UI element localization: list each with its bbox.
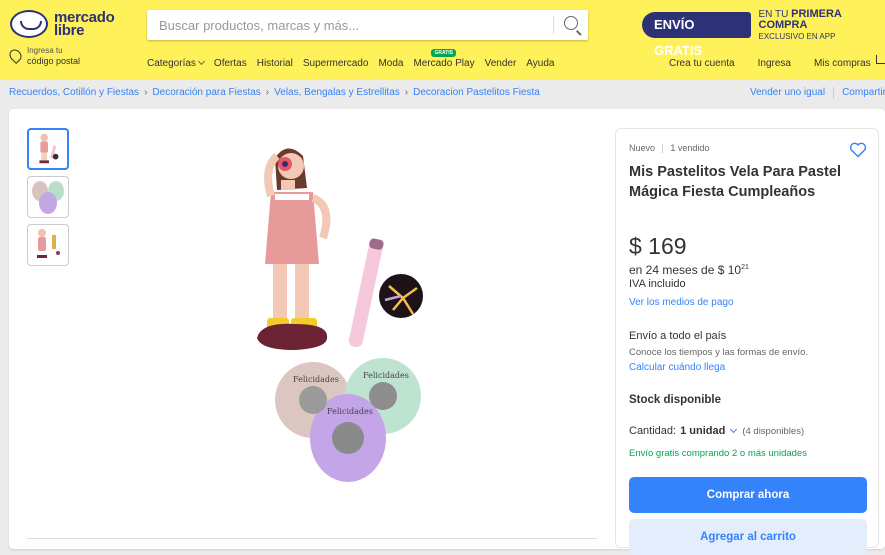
nav-ofertas[interactable]: Ofertas [214, 58, 247, 69]
balloons-group: Felicidades Felicidades Felicidades [275, 358, 421, 482]
product-title: Mis Pastelitos Vela Para Pastel Mágica F… [629, 162, 844, 202]
search-input[interactable] [147, 10, 547, 40]
nav-historial[interactable]: Historial [257, 58, 293, 69]
account-links: Crea tu cuenta Ingresa Mis compras [669, 58, 885, 69]
shipping-description: Conoce los tiempos y las formas de envío… [629, 347, 808, 358]
nav-label: Vender [485, 58, 517, 69]
balloon-label: Felicidades [363, 371, 409, 380]
payment-methods-link[interactable]: Ver los medios de pago [629, 297, 734, 308]
nav-categorias[interactable]: Categorías [147, 58, 204, 69]
buy-box: Nuevo | 1 vendido Mis Pastelitos Vela Pa… [615, 128, 879, 548]
nav-label: Categorías [147, 58, 196, 69]
chevron-right-icon: › [144, 87, 147, 98]
balloon-label: Felicidades [293, 375, 339, 384]
quantity-value: 1 unidad [680, 425, 725, 437]
thumbnail-doll[interactable] [27, 128, 69, 170]
breadcrumb-actions: Vender uno igual Compartir [750, 87, 885, 99]
iva-included: IVA incluido [629, 278, 686, 290]
heart-icon[interactable] [849, 142, 867, 158]
thumbnail-balloons[interactable] [27, 176, 69, 218]
installments-cents: 21 [741, 264, 749, 271]
balloon-label: Felicidades [327, 407, 373, 416]
nav-mercado-play[interactable]: GRATISMercado Play [413, 58, 474, 69]
promo-line-2: EXCLUSIVO EN APP [759, 31, 885, 42]
location-selector[interactable]: Ingresa tu código postal [10, 46, 80, 66]
location-line-2: código postal [27, 56, 80, 66]
quantity-available: (4 disponibles) [742, 426, 804, 437]
condition-divider: | [662, 143, 664, 153]
search-icon[interactable] [564, 16, 578, 30]
quantity-label: Cantidad: [629, 425, 676, 437]
free-badge: GRATIS [431, 49, 456, 57]
shipping-title: Envío a todo el país [629, 330, 726, 342]
chevron-right-icon: › [405, 87, 408, 98]
chevron-right-icon: › [266, 87, 269, 98]
condition-sold: Nuevo | 1 vendido [629, 143, 709, 153]
nav-label: Ofertas [214, 58, 247, 69]
price: $ 169 [629, 233, 687, 260]
condition-label: Nuevo [629, 143, 655, 153]
share-link[interactable]: Compartir [842, 87, 885, 99]
promo-text: EN TU PRIMERA COMPRA EXCLUSIVO EN APP [759, 9, 885, 42]
free-shipping-note: Envío gratis comprando 2 o más unidades [629, 448, 807, 459]
breadcrumb: Recuerdos, Cotillón y Fiestas › Decoraci… [9, 87, 540, 98]
doll-figure [257, 148, 327, 350]
location-text: Ingresa tu código postal [27, 46, 80, 66]
product-main-image[interactable]: Felicidades Felicidades Felicidades [243, 138, 443, 498]
breadcrumb-item[interactable]: Decoracion Pastelitos Fiesta [413, 87, 540, 98]
doll-variant-thumbnail-image [28, 225, 68, 265]
nav-label: Historial [257, 58, 293, 69]
nav-label: Moda [378, 58, 403, 69]
create-account-link[interactable]: Crea tu cuenta [669, 58, 735, 69]
add-to-cart-button[interactable]: Agregar al carrito [629, 519, 867, 555]
thumbnail-list [27, 128, 69, 272]
divider [833, 87, 834, 99]
nav-moda[interactable]: Moda [378, 58, 403, 69]
candle-tube [348, 238, 423, 349]
stock-status: Stock disponible [629, 394, 721, 406]
search-divider [553, 16, 554, 34]
nav-label: Ayuda [526, 58, 554, 69]
free-shipping-promo[interactable]: ENVÍO GRATIS EN TU PRIMERA COMPRA EXCLUS… [642, 11, 885, 39]
cart-icon[interactable] [876, 55, 885, 64]
sold-count: 1 vendido [670, 143, 709, 153]
breadcrumb-item[interactable]: Recuerdos, Cotillón y Fiestas [9, 87, 139, 98]
installments: en 24 meses de $ 1021 [629, 263, 749, 277]
installments-text: en 24 meses de $ 10 [629, 263, 741, 277]
my-purchases-link[interactable]: Mis compras [814, 58, 871, 69]
nav-label: Supermercado [303, 58, 369, 69]
calculate-shipping-link[interactable]: Calcular cuándo llega [629, 362, 725, 373]
location-pin-icon [7, 47, 24, 64]
logo-text: mercado libre [54, 11, 114, 37]
header: mercado libre ENVÍO GRATIS EN TU PRIMERA… [0, 0, 885, 80]
breadcrumb-item[interactable]: Velas, Bengalas y Estrellitas [274, 87, 400, 98]
doll-thumbnail-image [29, 130, 67, 168]
nav-label: Mercado Play [413, 58, 474, 69]
search-bar [147, 10, 588, 40]
nav-vender[interactable]: Vender [485, 58, 517, 69]
thumbnail-doll-variant[interactable] [27, 224, 69, 266]
mercadolibre-logo[interactable]: mercado libre [10, 10, 114, 38]
chevron-down-icon [730, 426, 737, 433]
location-line-1: Ingresa tu [27, 46, 80, 56]
buy-now-button[interactable]: Comprar ahora [629, 477, 867, 513]
main-nav: Categorías Ofertas Historial Supermercad… [147, 58, 564, 69]
nav-supermercado[interactable]: Supermercado [303, 58, 369, 69]
nav-ayuda[interactable]: Ayuda [526, 58, 554, 69]
balloons-thumbnail-image [28, 177, 68, 217]
section-divider [27, 538, 597, 539]
quantity-selector[interactable]: Cantidad: 1 unidad (4 disponibles) [629, 425, 804, 437]
sell-similar-link[interactable]: Vender uno igual [750, 87, 825, 99]
chevron-down-icon [198, 58, 205, 65]
promo-badge: ENVÍO GRATIS [642, 12, 751, 38]
breadcrumb-item[interactable]: Decoración para Fiestas [152, 87, 260, 98]
login-link[interactable]: Ingresa [758, 58, 791, 69]
handshake-icon [10, 10, 48, 38]
